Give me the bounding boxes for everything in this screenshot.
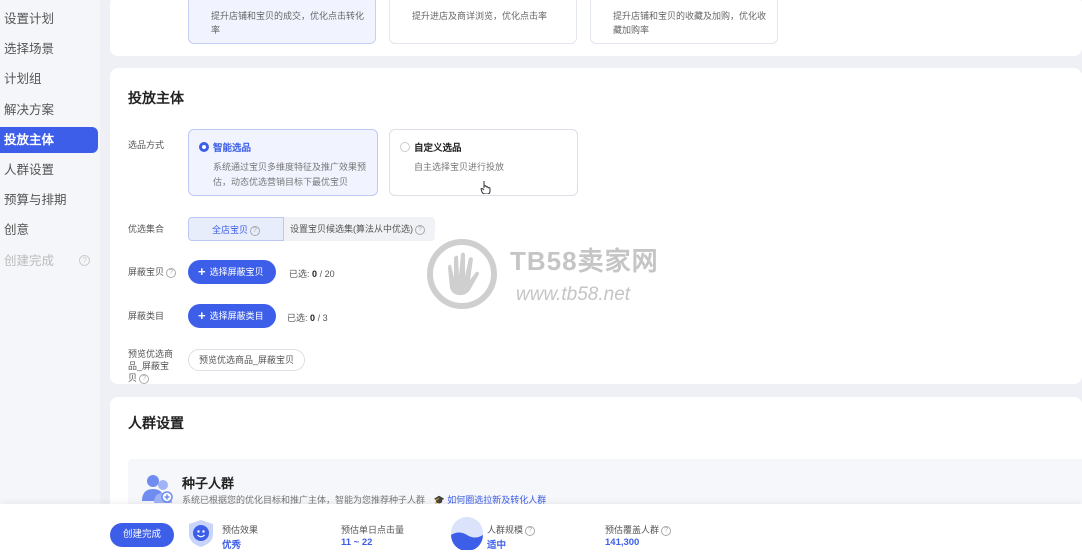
pool-tab-all[interactable]: 全店宝贝? [188, 217, 284, 241]
watermark-title: TB58卖家网 [510, 246, 659, 276]
preview-label-line: 品_屏蔽宝 [128, 361, 170, 371]
option-desc: 自主选择宝贝进行投放 [414, 162, 505, 172]
goal-option-cart[interactable]: 提升店铺和宝贝的收藏及加购，优化收藏加购率 [590, 0, 778, 44]
bottom-bar: 创建完成 预估效果 优秀 预估单日点击量 11 ~ 22 人群规模? 适中 预估… [0, 504, 1082, 553]
pool-tab-all-label: 全店宝贝 [211, 225, 248, 235]
radio-unchecked-icon[interactable] [400, 142, 410, 152]
metric-scale-value: 适中 [487, 540, 507, 551]
subject-card: 投放主体 选品方式 智能选品 系统通过宝贝多维度特征及推广效果预估，动态优选营销… [110, 68, 1082, 384]
metric-clicks-label: 预估单日点击量 [341, 525, 405, 535]
pool-tab-custom[interactable]: 设置宝贝候选集(算法从中优选)? [284, 217, 435, 241]
option-custom-select[interactable]: 自定义选品 自主选择宝贝进行投放 [389, 129, 578, 196]
preview-label-line: 预览优选商 [128, 349, 174, 359]
sidebar-item-budget[interactable]: 预算与排期 [0, 187, 98, 213]
sidebar-item-scene[interactable]: 选择场景 [0, 36, 98, 62]
goal-desc: 提升店铺和宝贝的收藏及加购，优化收藏加购率 [613, 11, 767, 35]
selected-prefix: 已选: [287, 313, 308, 323]
preview-button[interactable]: 预览优选商品_屏蔽宝贝 [188, 349, 306, 371]
help-icon: ? [250, 225, 260, 236]
metric-coverage-value: 141,300 [605, 537, 640, 548]
watermark-logo-icon [427, 239, 497, 309]
sidebar-item-subject[interactable]: 投放主体 [0, 127, 98, 153]
preview-label-line: 贝? [128, 372, 182, 384]
goal-card: 提升店铺和宝贝的成交，优化点击转化率 提升进店及商详浏览，优化点击率 提升店铺和… [110, 0, 1082, 56]
preview-label-line-text: 贝 [128, 373, 138, 383]
help-icon: ? [166, 267, 177, 278]
blocked-category-count: 已选: 0 / 3 [287, 311, 328, 324]
plus-icon: + [198, 264, 206, 279]
sidebar-item-creative[interactable]: 创意 [0, 217, 98, 243]
radio-checked-icon[interactable] [199, 142, 209, 152]
selected-prefix: 已选: [289, 269, 310, 279]
sidebar-item-plan[interactable]: 设置计划 [0, 6, 98, 32]
create-complete-button[interactable]: 创建完成 [110, 523, 174, 547]
seed-audience-title: 种子人群 [182, 476, 235, 491]
goal-option-conversion[interactable]: 提升店铺和宝贝的成交，优化点击转化率 [188, 0, 376, 44]
selected-max: / 3 [317, 313, 328, 323]
goal-desc: 提升店铺和宝贝的成交，优化点击转化率 [211, 11, 365, 35]
sidebar-item-audience[interactable]: 人群设置 [0, 157, 98, 183]
hand-cursor-icon [480, 181, 491, 194]
help-icon: ? [415, 224, 425, 235]
watermark-url: www.tb58.net [516, 284, 631, 305]
selected-count: 0 [312, 269, 318, 279]
select-blocked-category-label: 选择屏蔽类目 [209, 311, 264, 321]
blocked-items-label: 屏蔽宝贝? [128, 266, 177, 278]
metric-coverage-label: 预估覆盖人群? [605, 523, 672, 536]
select-blocked-items-label: 选择屏蔽宝贝 [209, 267, 264, 277]
section-title-audience: 人群设置 [128, 415, 184, 431]
metric-effect-value: 优秀 [222, 540, 242, 551]
people-icon [142, 475, 173, 503]
help-icon: ? [525, 525, 536, 536]
selected-count: 0 [310, 313, 316, 323]
sidebar-item-complete: 创建完成 ? [0, 248, 98, 274]
smiley-shield-icon [189, 520, 213, 547]
sidebar-item-plan-group[interactable]: 计划组 [0, 66, 98, 92]
goal-option-traffic[interactable]: 提升进店及商详浏览，优化点击率 [389, 0, 577, 44]
audience-scale-gauge-icon [451, 517, 483, 550]
option-title: 自定义选品 [414, 143, 462, 154]
help-icon: ? [79, 255, 90, 266]
goal-desc: 提升进店及商详浏览，优化点击率 [412, 11, 548, 21]
option-desc: 系统通过宝贝多维度特征及推广效果预估，动态优选营销目标下最优宝贝 [213, 162, 367, 187]
selection-method-label: 选品方式 [128, 140, 165, 150]
help-icon: ? [139, 373, 150, 384]
blocked-items-count: 已选: 0 / 20 [289, 267, 335, 280]
section-title-subject: 投放主体 [128, 90, 184, 106]
audience-card: 人群设置 种子人群 系统已根据您的优化目标和推广主体，智能为您推荐种子人群 🎓 … [110, 397, 1082, 517]
sidebar: 设置计划 选择场景 计划组 解决方案 投放主体 人群设置 预算与排期 创意 创建… [0, 0, 100, 553]
metric-clicks-value: 11 ~ 22 [341, 537, 373, 548]
pool-label: 优选集合 [128, 224, 165, 234]
sidebar-item-complete-label: 创建完成 [4, 254, 55, 268]
selected-max: / 20 [319, 269, 335, 279]
metric-scale-label-text: 人群规模 [487, 525, 524, 535]
metric-effect-label: 预估效果 [222, 525, 259, 535]
select-blocked-items-button[interactable]: + 选择屏蔽宝贝 [188, 260, 276, 284]
blocked-items-label-text: 屏蔽宝贝 [128, 267, 165, 277]
sidebar-item-solution[interactable]: 解决方案 [0, 97, 98, 123]
help-icon: ? [661, 525, 672, 536]
blocked-category-label: 屏蔽类目 [128, 311, 165, 321]
select-blocked-category-button[interactable]: + 选择屏蔽类目 [188, 304, 276, 328]
metric-coverage-label-text: 预估覆盖人群 [605, 525, 660, 535]
pool-tab-custom-label: 设置宝贝候选集(算法从中优选) [290, 224, 413, 234]
plus-icon: + [198, 308, 206, 323]
option-title: 智能选品 [213, 143, 252, 154]
metric-scale-label: 人群规模? [487, 523, 536, 536]
preview-label: 预览优选商 品_屏蔽宝 贝? [128, 348, 182, 384]
option-smart-select[interactable]: 智能选品 系统通过宝贝多维度特征及推广效果预估，动态优选营销目标下最优宝贝 [188, 129, 378, 196]
